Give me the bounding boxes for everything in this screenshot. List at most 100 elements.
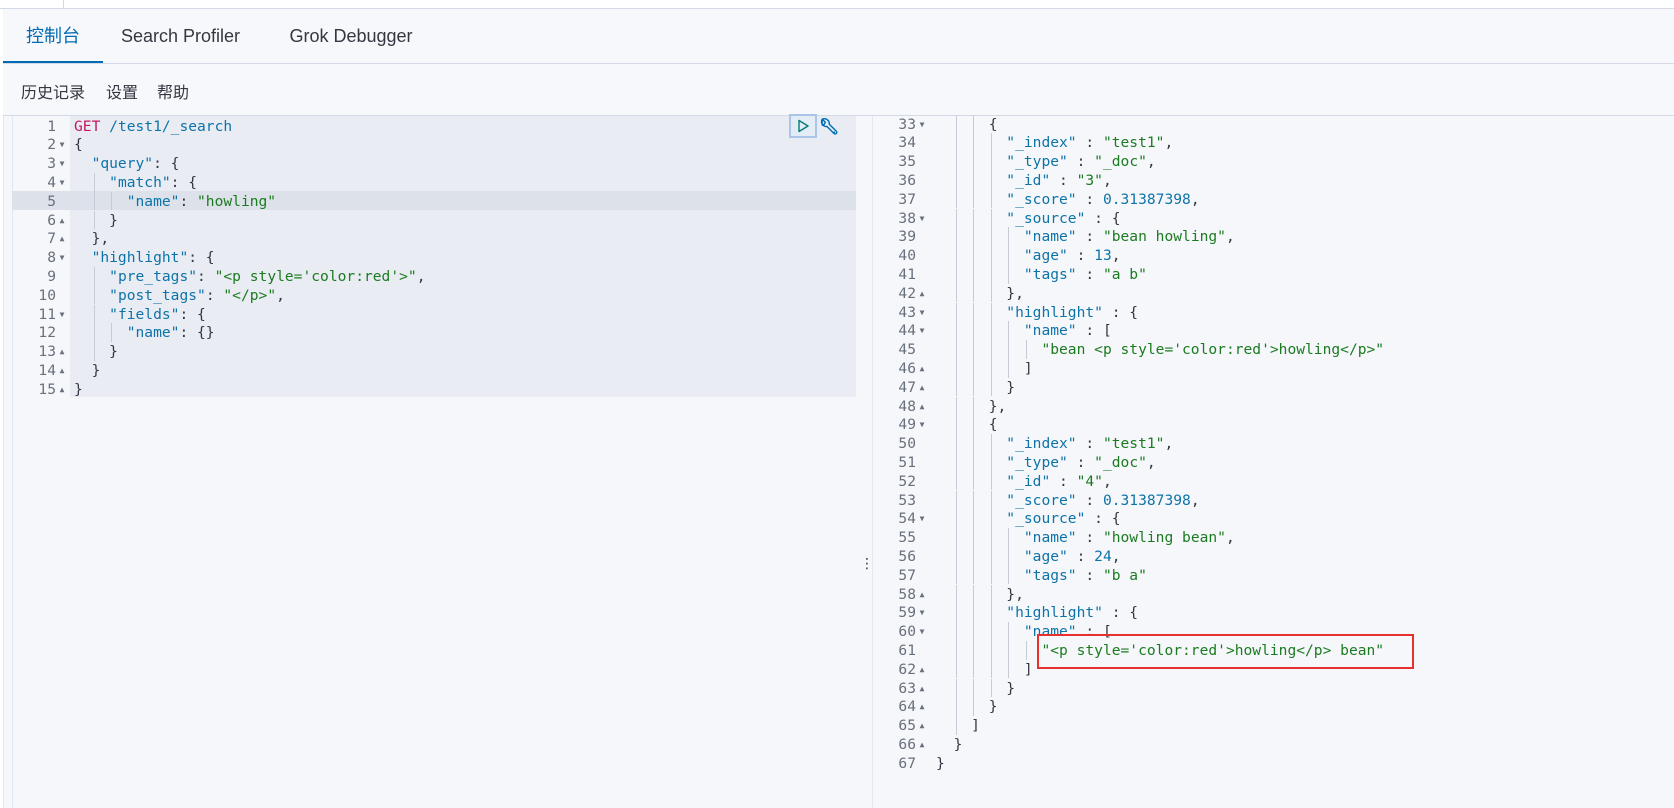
- tab-bar: 控制台 Search Profiler Grok Debugger: [3, 9, 1674, 64]
- fold-collapse-icon[interactable]: ▼: [57, 135, 67, 154]
- code-line: "_score" : 0.31387398,: [936, 491, 1199, 510]
- line-number: 33: [898, 115, 916, 133]
- line-number: 8: [47, 249, 56, 267]
- fold-collapse-icon[interactable]: ▼: [917, 415, 927, 434]
- json-string: "howling": [197, 192, 277, 210]
- fold-expand-icon[interactable]: ▲: [57, 380, 67, 399]
- fold-expand-icon[interactable]: ▲: [917, 284, 927, 303]
- fold-expand-icon[interactable]: ▲: [917, 359, 927, 378]
- code-line: "name": "howling": [74, 192, 276, 211]
- code-line: "_type" : "_doc",: [936, 152, 1155, 171]
- punctuation: :: [179, 192, 198, 210]
- code-line: "_index" : "test1",: [936, 133, 1173, 152]
- fold-collapse-icon[interactable]: ▼: [917, 622, 927, 641]
- punctuation: }: [109, 211, 118, 229]
- fold-expand-icon[interactable]: ▲: [57, 342, 67, 361]
- line-number: 56: [898, 547, 916, 565]
- punctuation: ]: [1023, 660, 1033, 678]
- json-string: "_doc": [1094, 453, 1147, 471]
- fold-collapse-icon[interactable]: ▼: [917, 509, 927, 528]
- punctuation: : {: [1102, 604, 1139, 622]
- code-line: "_id" : "3",: [936, 171, 1111, 190]
- fold-expand-icon[interactable]: ▲: [57, 361, 67, 380]
- punctuation: :: [1076, 491, 1103, 509]
- json-string: "4": [1076, 472, 1103, 490]
- wrench-icon: [820, 118, 838, 135]
- fold-expand-icon[interactable]: ▲: [917, 716, 927, 735]
- tab-console[interactable]: 控制台: [3, 9, 103, 63]
- punctuation: }: [936, 754, 945, 772]
- code-line: "name": {}: [74, 323, 215, 342]
- send-request-button[interactable]: [789, 114, 817, 138]
- fold-collapse-icon[interactable]: ▼: [57, 173, 67, 192]
- line-number: 12: [38, 324, 56, 342]
- json-key: "_id": [1006, 171, 1051, 189]
- line-number: 48: [898, 397, 916, 415]
- fold-collapse-icon[interactable]: ▼: [57, 154, 67, 173]
- fold-collapse-icon[interactable]: ▼: [917, 321, 927, 340]
- tab-grok-debugger[interactable]: Grok Debugger: [281, 9, 421, 63]
- code-line: ]: [936, 359, 1033, 378]
- json-value: 0.31387398: [1102, 491, 1191, 509]
- line-number: 2: [47, 136, 56, 154]
- top-strip-divider: [63, 0, 64, 8]
- fold-expand-icon[interactable]: ▲: [917, 585, 927, 604]
- line-number: 10: [38, 286, 56, 304]
- punctuation: :: [205, 286, 224, 304]
- fold-expand-icon[interactable]: ▲: [917, 378, 927, 397]
- punctuation: ,: [1102, 472, 1112, 490]
- tab-search-profiler[interactable]: Search Profiler: [113, 9, 248, 63]
- line-number: 59: [898, 604, 916, 622]
- line-number: 39: [898, 228, 916, 246]
- punctuation: [100, 118, 109, 135]
- code-line: "tags" : "b a": [936, 566, 1147, 585]
- line-number: 43: [898, 303, 916, 321]
- punctuation: : {: [188, 249, 215, 267]
- settings-link[interactable]: 设置: [106, 64, 138, 115]
- request-options-button[interactable]: [818, 116, 840, 138]
- line-number: 1: [47, 117, 56, 135]
- json-string: "test1": [1102, 134, 1165, 152]
- pane-resizer[interactable]: ⋮: [856, 116, 874, 808]
- code-line: }: [74, 342, 118, 361]
- line-number: 45: [898, 341, 916, 359]
- code-line: "_id" : "4",: [936, 472, 1112, 491]
- line-number: 64: [898, 698, 916, 716]
- line-number: 44: [898, 322, 916, 340]
- fold-collapse-icon[interactable]: ▼: [917, 603, 927, 622]
- top-strip: [0, 0, 1674, 9]
- fold-expand-icon[interactable]: ▲: [57, 229, 67, 248]
- fold-expand-icon[interactable]: ▲: [57, 211, 67, 230]
- punctuation: :: [1050, 472, 1077, 490]
- punctuation: }: [74, 380, 83, 398]
- fold-expand-icon[interactable]: ▲: [917, 735, 927, 754]
- json-string: "3": [1076, 171, 1103, 189]
- fold-expand-icon[interactable]: ▲: [917, 697, 927, 716]
- code-line: "highlight" : {: [936, 303, 1138, 322]
- json-key: "_source": [1006, 209, 1086, 227]
- annotation-highlight-box: [1037, 634, 1414, 669]
- punctuation: {: [988, 416, 998, 434]
- code-line: {: [74, 135, 83, 154]
- fold-collapse-icon[interactable]: ▼: [917, 115, 927, 134]
- punctuation: : {: [153, 155, 180, 173]
- fold-expand-icon[interactable]: ▲: [917, 397, 927, 416]
- punctuation: :: [197, 267, 215, 285]
- fold-collapse-icon[interactable]: ▼: [917, 303, 927, 322]
- fold-collapse-icon[interactable]: ▼: [917, 209, 927, 228]
- line-number: 5: [47, 192, 56, 210]
- fold-expand-icon[interactable]: ▲: [917, 679, 927, 698]
- code-line: }: [936, 378, 1015, 397]
- punctuation: :: [1050, 171, 1077, 189]
- fold-collapse-icon[interactable]: ▼: [57, 305, 67, 324]
- help-link[interactable]: 帮助: [157, 64, 189, 115]
- json-key: "highlight": [1006, 303, 1103, 321]
- history-link[interactable]: 历史记录: [21, 64, 85, 115]
- code-line: "bean <p style='color:red'>howling</p>": [936, 340, 1384, 359]
- fold-expand-icon[interactable]: ▲: [917, 660, 927, 679]
- fold-collapse-icon[interactable]: ▼: [57, 248, 67, 267]
- json-key: "_score": [1006, 491, 1077, 509]
- punctuation: :: [1076, 529, 1103, 547]
- json-key: "name": [126, 192, 180, 210]
- punctuation: :: [1076, 566, 1103, 584]
